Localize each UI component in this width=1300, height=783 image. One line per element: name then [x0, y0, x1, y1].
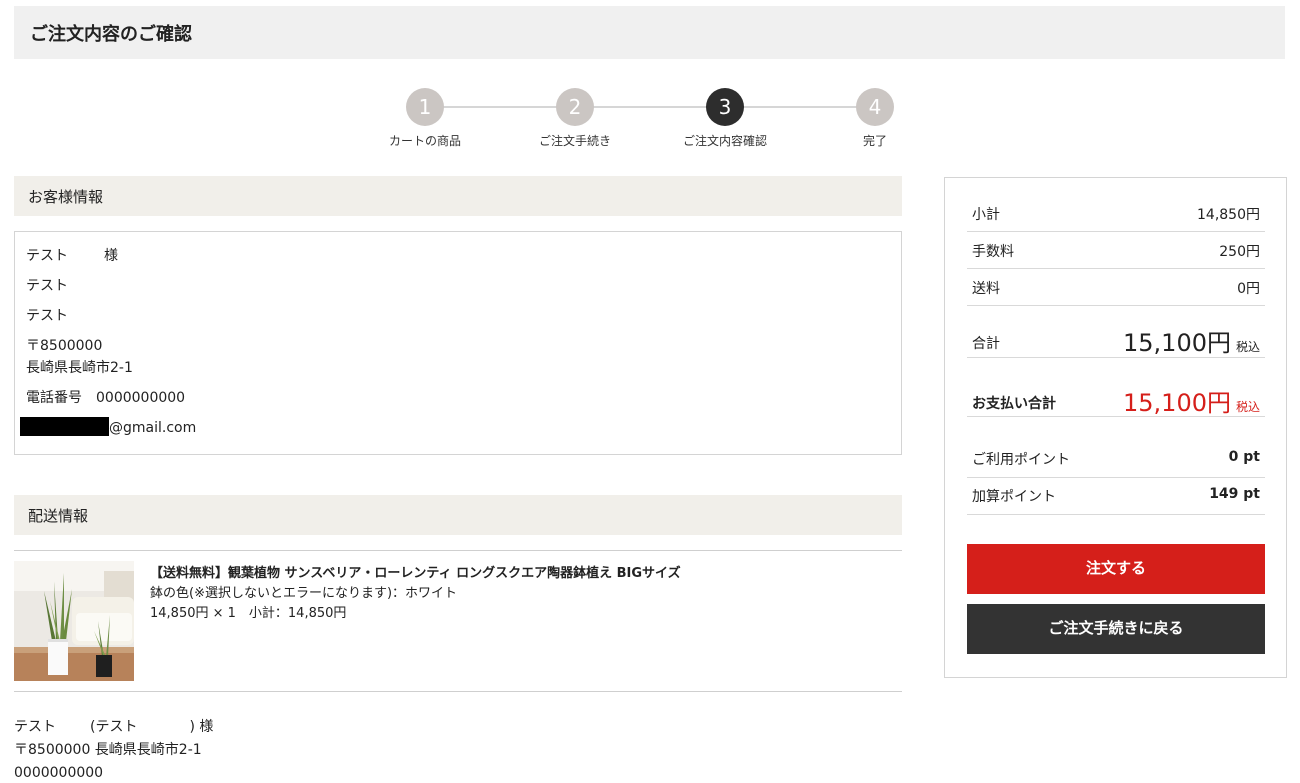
page-title: ご注文内容のご確認 [30, 24, 192, 45]
checkout-progress: 1 カートの商品 2 ご注文手続き 3 ご注文内容確認 4 完了 [380, 88, 910, 150]
used-points-value: 0 pt [1228, 449, 1260, 465]
customer-line-3: テスト [26, 308, 68, 324]
recipient-address: テスト (テスト ) 様 〒8500000 長崎県長崎市2-1 0000000000 [14, 716, 213, 783]
customer-section-heading: お客様情報 [14, 176, 902, 216]
used-points-row: ご利用ポイント 0 pt [967, 417, 1265, 478]
step-label: カートの商品 [388, 134, 461, 148]
step-2: 2 ご注文手続き [530, 88, 620, 149]
redacted-block [20, 417, 109, 436]
phone-label: 電話番号 [26, 390, 82, 406]
fee-row: 手数料 250円 [967, 232, 1265, 269]
payment-total-row: お支払い合計 15,100円 税込 [967, 358, 1265, 417]
subtotal-label: 小計 [972, 207, 1000, 223]
step-number: 4 [856, 88, 894, 126]
product-option: 鉢の色(※選択しないとエラーになります)：ホワイト [150, 586, 458, 601]
subtotal-value: 14,850円 [1197, 207, 1260, 223]
page-header: ご注文内容のご確認 [14, 6, 1285, 59]
payment-total-label: お支払い合計 [972, 396, 1056, 412]
step-1: 1 カートの商品 [380, 88, 470, 149]
recipient-name: テスト [14, 719, 56, 735]
payment-tax-note: 税込 [1235, 400, 1260, 414]
product-info: 【送料無料】観葉植物 サンスベリア・ローレンティ ロングスクエア陶器鉢植え BI… [150, 564, 681, 624]
shipping-label: 送料 [972, 281, 1000, 297]
step-label: 完了 [862, 134, 887, 148]
product-name: 【送料無料】観葉植物 サンスベリア・ローレンティ ロングスクエア陶器鉢植え BI… [150, 566, 681, 581]
total-label: 合計 [972, 336, 1000, 352]
customer-line-2: テスト [26, 278, 68, 294]
email-domain: @gmail.com [109, 420, 197, 436]
tax-note: 税込 [1235, 340, 1260, 354]
customer-info-box: テスト 様 テスト テスト 〒8500000 長崎県長崎市2-1 電話番号 0000… [14, 231, 902, 455]
progress-line [424, 106, 874, 108]
recipient-kana: (テスト [90, 719, 138, 735]
product-price-line: 14,850円 × 1 小計：14,850円 [150, 606, 347, 621]
customer-address: 長崎県長崎市2-1 [26, 360, 133, 376]
step-number: 1 [406, 88, 444, 126]
customer-phone-row: 電話番号 0000000000 [26, 387, 185, 407]
customer-zip: 〒8500000 [26, 338, 103, 354]
fee-label: 手数料 [972, 244, 1014, 260]
recipient-suffix: ) 様 [189, 719, 214, 735]
delivery-section-heading: 配送情報 [14, 495, 902, 535]
section-title: 配送情報 [28, 507, 89, 525]
add-points-value: 149 pt [1209, 486, 1260, 502]
step-4: 4 完了 [830, 88, 920, 149]
total-value-group: 15,100円 税込 [1123, 323, 1260, 358]
section-title: お客様情報 [28, 188, 104, 206]
order-summary-panel: 小計 14,850円 手数料 250円 送料 0円 合計 15,100円 税込 お… [944, 177, 1287, 678]
used-points-label: ご利用ポイント [972, 452, 1070, 468]
shipping-row: 送料 0円 [967, 269, 1265, 306]
customer-name: テスト [26, 248, 68, 264]
payment-total-value: 15,100円 [1123, 389, 1231, 417]
subtotal-row: 小計 14,850円 [967, 196, 1265, 232]
recipient-name-row: テスト (テスト ) 様 [14, 716, 213, 739]
add-points-label: 加算ポイント [972, 489, 1056, 505]
recipient-address-line: 〒8500000 長崎県長崎市2-1 [14, 742, 202, 758]
payment-total-group: 15,100円 税込 [1123, 383, 1260, 418]
product-image [14, 561, 134, 681]
recipient-phone: 0000000000 [14, 765, 104, 781]
fee-value: 250円 [1219, 244, 1260, 260]
place-order-button[interactable]: 注文する [967, 544, 1265, 594]
step-number: 3 [706, 88, 744, 126]
phone-value: 0000000000 [96, 390, 186, 406]
divider [14, 691, 902, 692]
shipping-value: 0円 [1237, 281, 1260, 297]
customer-email-row: @gmail.com [20, 417, 196, 436]
total-value: 15,100円 [1123, 329, 1231, 357]
step-3-current: 3 ご注文内容確認 [680, 88, 770, 149]
total-row: 合計 15,100円 税込 [967, 306, 1265, 358]
customer-honorific: 様 [104, 248, 118, 264]
back-to-checkout-button[interactable]: ご注文手続きに戻る [967, 604, 1265, 654]
add-points-row: 加算ポイント 149 pt [967, 478, 1265, 515]
customer-name-row: テスト 様 [26, 245, 118, 265]
step-number: 2 [556, 88, 594, 126]
step-label: ご注文内容確認 [682, 134, 767, 148]
divider [14, 550, 902, 551]
step-label: ご注文手続き [538, 134, 611, 148]
